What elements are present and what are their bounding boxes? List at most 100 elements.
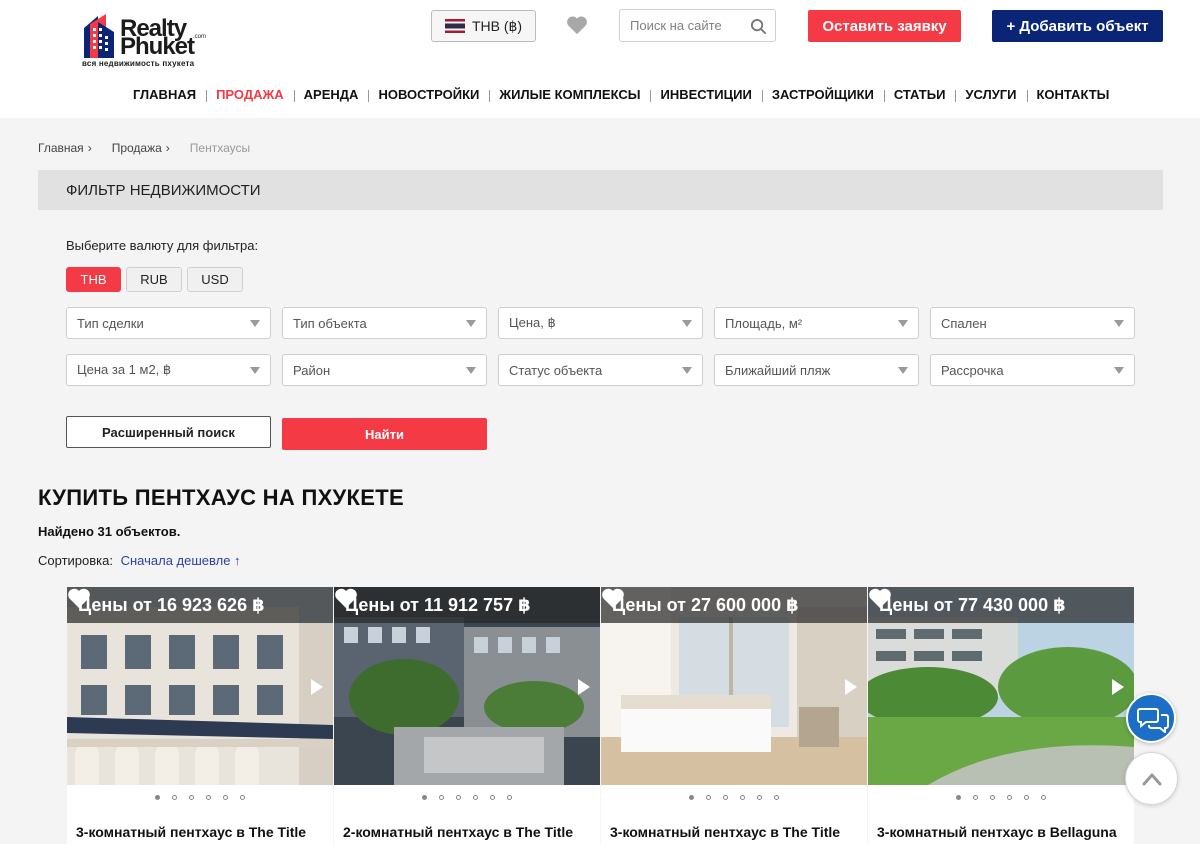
find-button[interactable]: Найти [282, 418, 487, 450]
search-input[interactable] [620, 10, 745, 41]
pagination-dot[interactable] [723, 795, 728, 800]
pagination-dot[interactable] [1007, 795, 1012, 800]
pagination-dot[interactable] [757, 795, 762, 800]
breadcrumb: Главная › Продажа › Пентхаусы [38, 141, 270, 155]
nav-item-complexes[interactable]: ЖИЛЫЕ КОМПЛЕКСЫ [489, 87, 650, 102]
property-photo[interactable]: Цены от 27 600 000 ฿ [601, 587, 867, 785]
nav-item-rent[interactable]: АРЕНДА [293, 87, 369, 102]
nav-item-home[interactable]: ГЛАВНАЯ [123, 87, 206, 102]
pagination-dot[interactable] [490, 795, 495, 800]
pagination-dot[interactable] [155, 795, 160, 800]
property-photo[interactable]: Цены от 77 430 000 ฿ [868, 587, 1134, 785]
favorite-heart-icon[interactable] [601, 587, 625, 609]
sort-link[interactable]: Сначала дешевле ↑ [121, 553, 241, 568]
nav-item-new-buildings[interactable]: НОВОСТРОЙКИ [368, 87, 489, 102]
site-header: Realty Phuket .com вся недвижимость пхук… [0, 0, 1200, 118]
thailand-flag-icon [444, 19, 465, 33]
currency-tab-thb[interactable]: THB [66, 267, 121, 292]
breadcrumb-item[interactable]: Продажа › [112, 141, 170, 155]
price-per-m2-select[interactable]: Цена за 1 м2, ฿ [66, 354, 271, 386]
chat-bubbles-icon [1137, 708, 1169, 733]
pagination-dot[interactable] [189, 795, 194, 800]
pagination-dot[interactable] [206, 795, 211, 800]
pagination-dot[interactable] [973, 795, 978, 800]
object-type-select[interactable]: Тип объекта [282, 307, 487, 339]
pagination-dot[interactable] [422, 795, 427, 800]
pagination-dot[interactable] [740, 795, 745, 800]
select-value: Статус объекта [509, 362, 603, 378]
status-select[interactable]: Статус объекта [498, 354, 703, 386]
pagination-dot[interactable] [439, 795, 444, 800]
pagination-dot[interactable] [172, 795, 177, 800]
chevron-up-icon [1142, 773, 1162, 786]
next-photo-arrow-icon[interactable] [311, 679, 323, 695]
nearest-beach-select[interactable]: Ближайший пляж [714, 354, 919, 386]
scroll-to-top-button[interactable] [1125, 752, 1178, 805]
nav-item-articles[interactable]: СТАТЬИ [883, 87, 956, 102]
currency-tab-usd[interactable]: USD [187, 267, 243, 292]
request-button[interactable]: Оставить заявку [808, 10, 961, 42]
search-icon[interactable] [750, 18, 767, 35]
logo-domain: .com [193, 34, 207, 40]
pagination-dot[interactable] [774, 795, 779, 800]
property-card[interactable]: Цены от 11 912 757 ฿ 2-комнатный пентхау… [334, 587, 600, 844]
bedrooms-select[interactable]: Спален [930, 307, 1135, 339]
pagination-dot[interactable] [1041, 795, 1046, 800]
advanced-search-button[interactable]: Расширенный поиск [66, 416, 271, 448]
select-value: Ближайший пляж [725, 362, 831, 378]
pagination-dot[interactable] [473, 795, 478, 800]
area-select[interactable]: Площадь, м² [714, 307, 919, 339]
select-value: Тип сделки [77, 315, 144, 331]
select-value: Цена за 1 м2, ฿ [77, 362, 172, 377]
favorites-heart-icon[interactable] [566, 14, 588, 36]
select-value: Площадь, м² [725, 315, 803, 331]
nav-item-contacts[interactable]: КОНТАКТЫ [1026, 87, 1120, 102]
currency-filter-label: Выберите валюту для фильтра: [66, 238, 259, 253]
card-price: Цены от 77 430 000 ฿ [879, 595, 1066, 615]
card-title[interactable]: 3-комнатный пентхаус в The Title [610, 823, 860, 841]
property-photo[interactable]: Цены от 11 912 757 ฿ [334, 587, 600, 785]
logo-tagline: вся недвижимость пхукета [82, 59, 195, 68]
breadcrumb-label: Главная [38, 141, 84, 155]
currency-tab-rub[interactable]: RUB [126, 267, 182, 292]
pagination-dot[interactable] [990, 795, 995, 800]
breadcrumb-item[interactable]: Главная › [38, 141, 92, 155]
price-select[interactable]: Цена, ฿ [498, 307, 703, 339]
select-value: Спален [941, 315, 987, 331]
chat-button[interactable] [1126, 693, 1176, 743]
pagination-dot[interactable] [706, 795, 711, 800]
nav-item-investments[interactable]: ИНВЕСТИЦИИ [650, 87, 761, 102]
pagination-dot[interactable] [507, 795, 512, 800]
deal-type-select[interactable]: Тип сделки [66, 307, 271, 339]
next-photo-arrow-icon[interactable] [845, 679, 857, 695]
breadcrumb-separator: › [87, 141, 92, 155]
pagination-dot[interactable] [689, 795, 694, 800]
pagination-dot[interactable] [956, 795, 961, 800]
card-title[interactable]: 3-комнатный пентхаус в The Title [76, 823, 326, 841]
property-photo[interactable]: Цены от 16 923 626 ฿ [67, 587, 333, 785]
site-logo[interactable]: Realty Phuket .com вся недвижимость пхук… [80, 12, 215, 70]
pagination-dot[interactable] [1024, 795, 1029, 800]
nav-item-services[interactable]: УСЛУГИ [955, 87, 1026, 102]
currency-selector[interactable]: THB (฿) [431, 10, 536, 42]
card-title[interactable]: 2-комнатный пентхаус в The Title [343, 823, 593, 841]
breadcrumb-label: Продажа [111, 141, 162, 155]
pagination-dot[interactable] [240, 795, 245, 800]
next-photo-arrow-icon[interactable] [578, 679, 590, 695]
add-property-button[interactable]: + Добавить объект [992, 10, 1163, 42]
card-title[interactable]: 3-комнатный пентхаус в Bellaguna [877, 823, 1127, 841]
nav-item-sale[interactable]: ПРОДАЖА [206, 87, 294, 102]
property-card[interactable]: Цены от 27 600 000 ฿ 3-комнатный пентхау… [601, 587, 867, 844]
property-card[interactable]: Цены от 16 923 626 ฿ 3-комнатный пентхау… [67, 587, 333, 844]
pagination-dot[interactable] [456, 795, 461, 800]
installment-select[interactable]: Рассрочка [930, 354, 1135, 386]
nav-item-developers[interactable]: ЗАСТРОЙЩИКИ [761, 87, 884, 102]
card-price: Цены от 11 912 757 ฿ [345, 595, 531, 615]
favorite-heart-icon[interactable] [868, 587, 892, 609]
favorite-heart-icon[interactable] [334, 587, 358, 609]
district-select[interactable]: Район [282, 354, 487, 386]
favorite-heart-icon[interactable] [67, 587, 91, 609]
pagination-dot[interactable] [223, 795, 228, 800]
property-card[interactable]: Цены от 77 430 000 ฿ 3-комнатный пентхау… [868, 587, 1134, 844]
next-photo-arrow-icon[interactable] [1112, 679, 1124, 695]
